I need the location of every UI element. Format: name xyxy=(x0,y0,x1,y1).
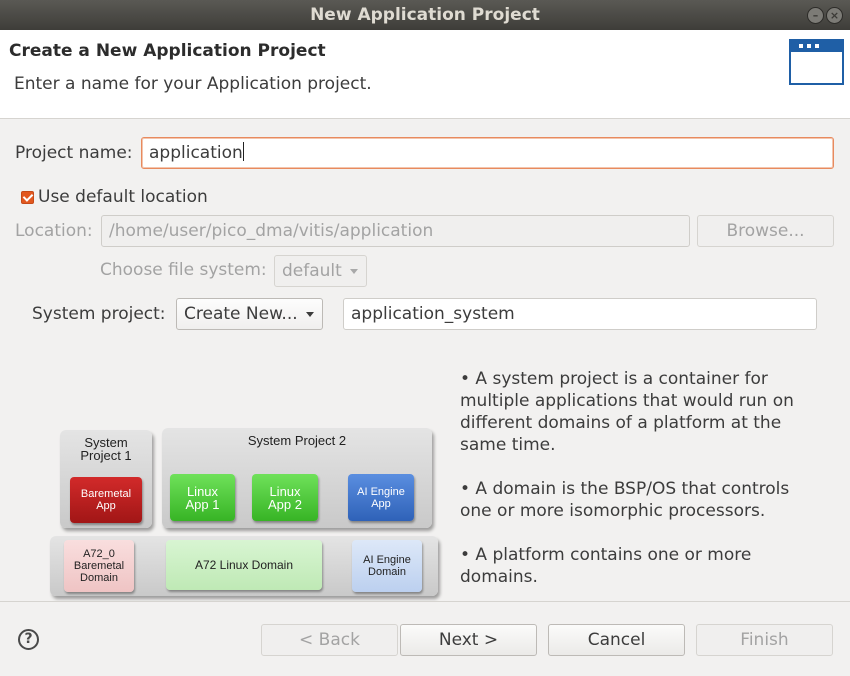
wizard-banner: Create a New Application Project Enter a… xyxy=(0,30,850,119)
platform-panel: A72_0 Baremetal Domain A72 Linux Domain … xyxy=(50,536,438,596)
ai-engine-app-tile: AI Engine App xyxy=(348,474,414,521)
system-project-label: System project: xyxy=(32,304,166,324)
next-button[interactable]: Next > xyxy=(400,624,537,656)
chevron-down-icon xyxy=(306,312,314,317)
info-system-project: • A system project is a container for mu… xyxy=(460,369,794,455)
use-default-location-label: Use default location xyxy=(38,187,208,207)
system-project-1-panel: System Project 1 Baremetal App xyxy=(60,430,152,528)
system-project-diagram: System Project 1 Baremetal App System Pr… xyxy=(46,426,446,598)
help-icon[interactable]: ? xyxy=(18,629,39,650)
linux-app-2-tile: Linux App 2 xyxy=(252,474,318,521)
cancel-button[interactable]: Cancel xyxy=(548,624,685,656)
file-system-value: default xyxy=(282,261,342,281)
project-name-input[interactable]: application xyxy=(141,137,834,169)
baremetal-app-tile: Baremetal App xyxy=(70,477,142,523)
project-name-label: Project name: xyxy=(15,143,133,163)
back-button[interactable]: < Back xyxy=(261,624,398,656)
finish-button[interactable]: Finish xyxy=(696,624,833,656)
application-window-icon xyxy=(789,39,844,85)
ai-engine-domain-tile: AI Engine Domain xyxy=(352,540,422,592)
window-title: New Application Project xyxy=(310,5,540,25)
system-project-2-title: System Project 2 xyxy=(247,433,347,448)
a72-0-baremetal-domain-tile: A72_0 Baremetal Domain xyxy=(64,540,134,592)
close-icon[interactable]: × xyxy=(826,7,843,24)
use-default-location-checkbox[interactable] xyxy=(21,191,34,204)
linux-app-1-tile: Linux App 1 xyxy=(170,474,235,521)
system-project-select[interactable]: Create New... xyxy=(176,298,323,330)
system-project-2-panel: System Project 2 Linux App 1 Linux App 2… xyxy=(162,428,432,528)
a72-linux-domain-tile: A72 Linux Domain xyxy=(166,540,322,590)
file-system-label: Choose file system: xyxy=(100,260,267,280)
info-domain: • A domain is the BSP/OS that controls o… xyxy=(460,479,790,521)
file-system-select[interactable]: default xyxy=(274,255,367,287)
project-name-value: application xyxy=(149,143,243,163)
footer-separator xyxy=(0,601,850,602)
system-project-1-title: System Project 1 xyxy=(80,435,132,463)
chevron-down-icon xyxy=(350,269,358,274)
system-project-option: Create New... xyxy=(184,304,298,324)
location-input[interactable]: /home/user/pico_dma/vitis/application xyxy=(101,215,690,247)
banner-description: Enter a name for your Application projec… xyxy=(14,74,372,94)
window-titlebar: New Application Project – × xyxy=(0,0,850,30)
banner-title: Create a New Application Project xyxy=(9,41,326,61)
location-label: Location: xyxy=(15,221,93,241)
system-project-name-input[interactable]: application_system xyxy=(343,298,817,330)
info-platform: • A platform contains one or more domain… xyxy=(460,545,752,587)
browse-button[interactable]: Browse... xyxy=(697,215,834,247)
minimize-icon[interactable]: – xyxy=(807,7,824,24)
